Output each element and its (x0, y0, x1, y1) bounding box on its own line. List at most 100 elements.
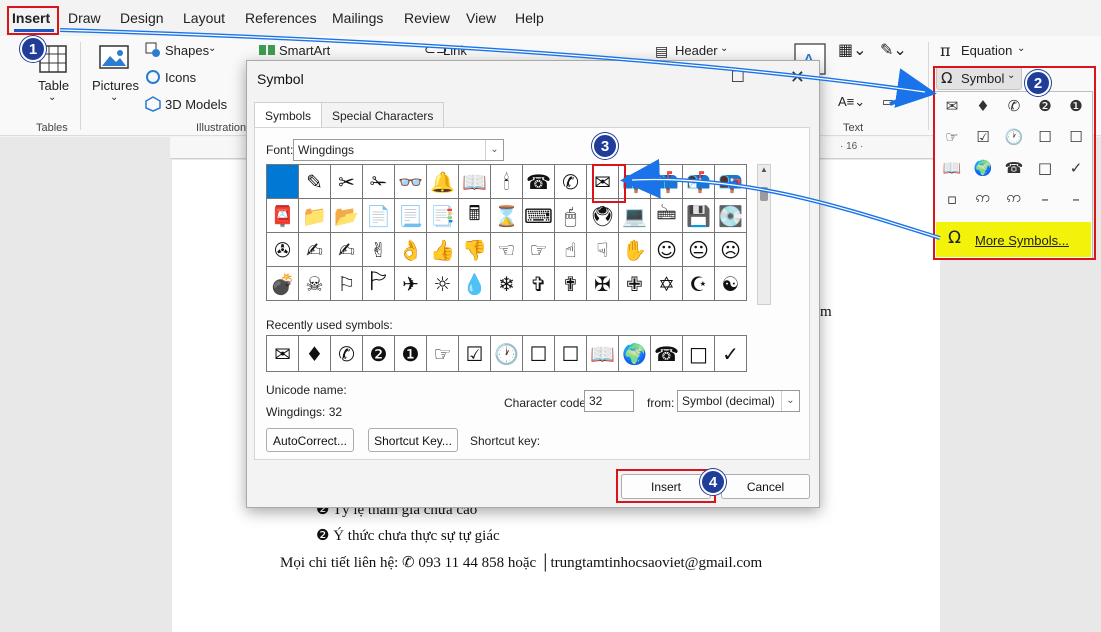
symbol-cell[interactable]: ❄ (491, 267, 523, 301)
3d-models-icon[interactable] (145, 96, 161, 112)
symbol-cell[interactable]: ✇ (267, 233, 299, 267)
symbol-cell[interactable]: 📫 (651, 165, 683, 199)
symbol-cell[interactable]: 🖮 (651, 199, 683, 233)
scroll-up-icon[interactable]: ▲ (760, 165, 768, 174)
icons-button[interactable]: Icons (165, 70, 196, 85)
symbol-grid-scrollbar[interactable]: ▲ (757, 164, 771, 305)
autocorrect-button[interactable]: AutoCorrect... (266, 428, 354, 452)
symbol-cell[interactable]: 📃 (395, 199, 427, 233)
quick-parts-icon[interactable]: ▦⌄ (838, 40, 867, 60)
symbol-cell[interactable]: ⌨ (523, 199, 555, 233)
recent-symbol-cell[interactable]: ☐ (523, 336, 555, 372)
recent-symbol-cell[interactable]: 📖 (587, 336, 619, 372)
symbol-cell[interactable]: ✂ (331, 165, 363, 199)
cancel-button[interactable]: Cancel (721, 474, 810, 499)
symbol-cell[interactable]: 📮 (267, 199, 299, 233)
symbol-cell[interactable]: 🖩 (459, 199, 491, 233)
shapes-button[interactable]: Shapes (165, 43, 209, 58)
recent-symbol-cell[interactable]: ✆ (331, 336, 363, 372)
smartart-icon[interactable] (258, 42, 276, 58)
symbol-cell[interactable]: ✍ (299, 233, 331, 267)
recent-symbol-cell[interactable]: ❷ (363, 336, 395, 372)
symbol-cell[interactable]: ☞ (523, 233, 555, 267)
recent-symbol-cell[interactable]: ❶ (395, 336, 427, 372)
symbol-cell[interactable]: ✋ (619, 233, 651, 267)
recent-symbol-cell[interactable]: ♦ (299, 336, 331, 372)
recent-symbol-cell[interactable]: □ (683, 336, 715, 372)
recent-symbol-cell[interactable]: ☞ (427, 336, 459, 372)
symbol-cell[interactable]: ☜ (491, 233, 523, 267)
symbol-cell[interactable]: 💻 (619, 199, 651, 233)
symbol-cell[interactable]: ✠ (587, 267, 619, 301)
symbol-cell[interactable]: 📖 (459, 165, 491, 199)
symbol-cell[interactable]: ☝ (555, 233, 587, 267)
tab-draw[interactable]: Draw (68, 10, 101, 26)
symbol-cell[interactable]: 📂 (331, 199, 363, 233)
tab-symbols[interactable]: Symbols (254, 102, 323, 128)
symbol-cell[interactable]: 👌 (395, 233, 427, 267)
symbol-cell[interactable]: 👎 (459, 233, 491, 267)
tab-layout[interactable]: Layout (183, 10, 225, 26)
recent-symbol-cell[interactable]: ☐ (555, 336, 587, 372)
symbol-cell[interactable]: ☼ (427, 267, 459, 301)
signature-line-icon[interactable]: ✎⌄ (880, 40, 907, 60)
close-icon[interactable]: ✕ (790, 67, 805, 88)
tab-design[interactable]: Design (120, 10, 164, 26)
symbol-cell[interactable]: ✁ (363, 165, 395, 199)
symbol-cell[interactable]: ✆ (555, 165, 587, 199)
symbol-cell[interactable]: ☟ (587, 233, 619, 267)
tab-references[interactable]: References (245, 10, 317, 26)
tab-review[interactable]: Review (404, 10, 450, 26)
symbol-cell[interactable]: ✍ (331, 233, 363, 267)
symbol-cell[interactable]: ☪ (683, 267, 715, 301)
recent-symbol-cell[interactable]: ✉ (267, 336, 299, 372)
3d-models-button[interactable]: 3D Models (165, 97, 227, 112)
symbol-cell[interactable]: ✙ (619, 267, 651, 301)
symbol-cell[interactable]: ⌛ (491, 199, 523, 233)
symbol-cell[interactable]: ☯ (715, 267, 747, 301)
symbol-cell[interactable]: 👍 (427, 233, 459, 267)
recent-symbol-cell[interactable]: ☑ (459, 336, 491, 372)
symbol-cell[interactable]: 🖱 (555, 199, 587, 233)
symbol-cell[interactable]: 😐 (683, 233, 715, 267)
recent-symbol-cell[interactable]: 🕐 (491, 336, 523, 372)
object-icon[interactable]: ▭⌄ (882, 94, 905, 110)
symbol-cell[interactable]: 🔔 (427, 165, 459, 199)
icons-icon[interactable] (145, 69, 161, 85)
tab-help[interactable]: Help (515, 10, 544, 26)
recent-symbol-cell[interactable]: ✓ (715, 336, 747, 372)
symbol-cell[interactable]: ✌ (363, 233, 395, 267)
symbol-cell[interactable]: ☠ (299, 267, 331, 301)
pictures-icon[interactable] (98, 44, 130, 72)
equation-button[interactable]: Equation (961, 43, 1012, 58)
dropcap-icon[interactable]: A≡⌄ (838, 94, 865, 110)
char-code-input[interactable]: 32 (584, 390, 634, 412)
from-select[interactable]: Symbol (decimal) ⌄ (677, 390, 800, 412)
shapes-icon[interactable] (145, 42, 161, 58)
recent-symbols-grid[interactable]: ✉ ♦ ✆ ❷ ❶ ☞ ☑ 🕐 ☐ ☐ 📖 🌍 ☎ □ ✓ (266, 335, 747, 372)
symbol-cell[interactable]: 💾 (683, 199, 715, 233)
shortcut-key-button[interactable]: Shortcut Key... (368, 428, 458, 452)
symbol-cell[interactable]: ☹ (715, 233, 747, 267)
symbol-cell[interactable]: 📑 (427, 199, 459, 233)
symbol-cell[interactable]: 📄 (363, 199, 395, 233)
symbol-cell[interactable]: ✡ (651, 267, 683, 301)
pictures-button[interactable]: Pictures (92, 78, 139, 93)
maximize-icon[interactable]: ☐ (731, 67, 745, 87)
symbol-cell[interactable]: 💧 (459, 267, 491, 301)
symbol-cell[interactable]: 🕯 (491, 165, 523, 199)
symbol-cell[interactable]: ⚐ (331, 267, 363, 301)
symbol-cell[interactable]: ☎ (523, 165, 555, 199)
recent-symbol-cell[interactable]: 🌍 (619, 336, 651, 372)
font-select[interactable]: Wingdings ⌄ (293, 139, 504, 161)
smartart-button[interactable]: SmartArt (279, 43, 330, 58)
symbol-cell[interactable]: 🏱 (363, 267, 395, 301)
symbol-cell[interactable]: 🖲 (587, 199, 619, 233)
tab-special-characters[interactable]: Special Characters (321, 102, 445, 128)
symbol-cell[interactable]: 📬 (683, 165, 715, 199)
symbol-cell[interactable]: 📭 (715, 165, 747, 199)
symbol-cell[interactable]: 👓 (395, 165, 427, 199)
symbol-cell[interactable]: ✟ (555, 267, 587, 301)
symbol-cell[interactable]: ✞ (523, 267, 555, 301)
tab-mailings[interactable]: Mailings (332, 10, 383, 26)
